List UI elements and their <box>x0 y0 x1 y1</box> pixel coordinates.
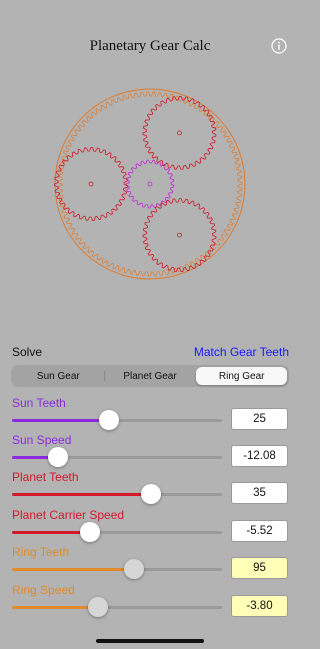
planet-teeth-value-field[interactable]: 35 <box>231 482 288 504</box>
ring-speed-slider[interactable] <box>12 597 222 617</box>
sun-teeth-label: Sun Teeth <box>12 396 66 410</box>
home-indicator[interactable] <box>96 639 204 643</box>
sun-speed-slider-thumb[interactable] <box>48 447 69 467</box>
segment-ring-gear[interactable]: Ring Gear <box>196 367 288 385</box>
planet-teeth-slider-fill <box>12 493 151 496</box>
ring-speed-label: Ring Speed <box>12 583 75 597</box>
sun-teeth-value-field[interactable]: 25 <box>231 408 288 430</box>
gear-diagram <box>54 88 246 280</box>
ring-teeth-slider-thumb[interactable] <box>123 559 144 579</box>
ring-speed-slider-thumb[interactable] <box>88 597 109 617</box>
sun-speed-slider[interactable] <box>12 447 222 467</box>
planet-carrier-speed-slider-thumb[interactable] <box>79 522 100 542</box>
planet-teeth-label: Planet Teeth <box>12 470 79 484</box>
planet-carrier-speed-slider-fill <box>12 531 90 534</box>
sun-teeth-slider-fill <box>12 419 109 422</box>
sun-gear-hub <box>147 181 153 187</box>
planet-gear-bottom-hub <box>177 232 182 238</box>
planet-carrier-speed-label: Planet Carrier Speed <box>12 508 125 522</box>
solve-segmented-control: Sun Gear Planet Gear Ring Gear <box>11 365 289 387</box>
ring-teeth-label: Ring Teeth <box>12 545 70 559</box>
segment-sun-gear[interactable]: Sun Gear <box>13 367 104 385</box>
planet-gear-left-hub <box>88 181 94 187</box>
planet-teeth-slider[interactable] <box>12 484 222 504</box>
sun-speed-value-field[interactable]: -12.08 <box>231 445 288 467</box>
ring-speed-slider-fill <box>12 606 99 609</box>
sun-teeth-slider[interactable] <box>12 410 222 430</box>
planet-gear-bottom <box>142 198 217 272</box>
planet-gear-top-hub <box>177 130 182 136</box>
planet-gear-top <box>142 95 217 170</box>
ring-speed-value-field: -3.80 <box>231 595 288 617</box>
segment-planet-gear[interactable]: Planet Gear <box>105 367 196 385</box>
ring-teeth-value-field: 95 <box>231 557 288 579</box>
planet-gear-left <box>54 147 128 221</box>
match-gear-teeth-button[interactable]: Match Gear Teeth <box>194 345 289 359</box>
ring-teeth-slider-fill <box>12 568 134 571</box>
sun-speed-label: Sun Speed <box>12 433 72 447</box>
ring-teeth-slider[interactable] <box>12 559 222 579</box>
planet-carrier-speed-slider[interactable] <box>12 522 222 542</box>
planet-carrier-speed-value-field[interactable]: -5.52 <box>231 520 288 542</box>
ring-gear <box>57 91 243 277</box>
sun-teeth-slider-thumb[interactable] <box>98 410 119 430</box>
solve-label: Solve <box>12 345 43 359</box>
planet-teeth-slider-thumb[interactable] <box>140 484 161 504</box>
